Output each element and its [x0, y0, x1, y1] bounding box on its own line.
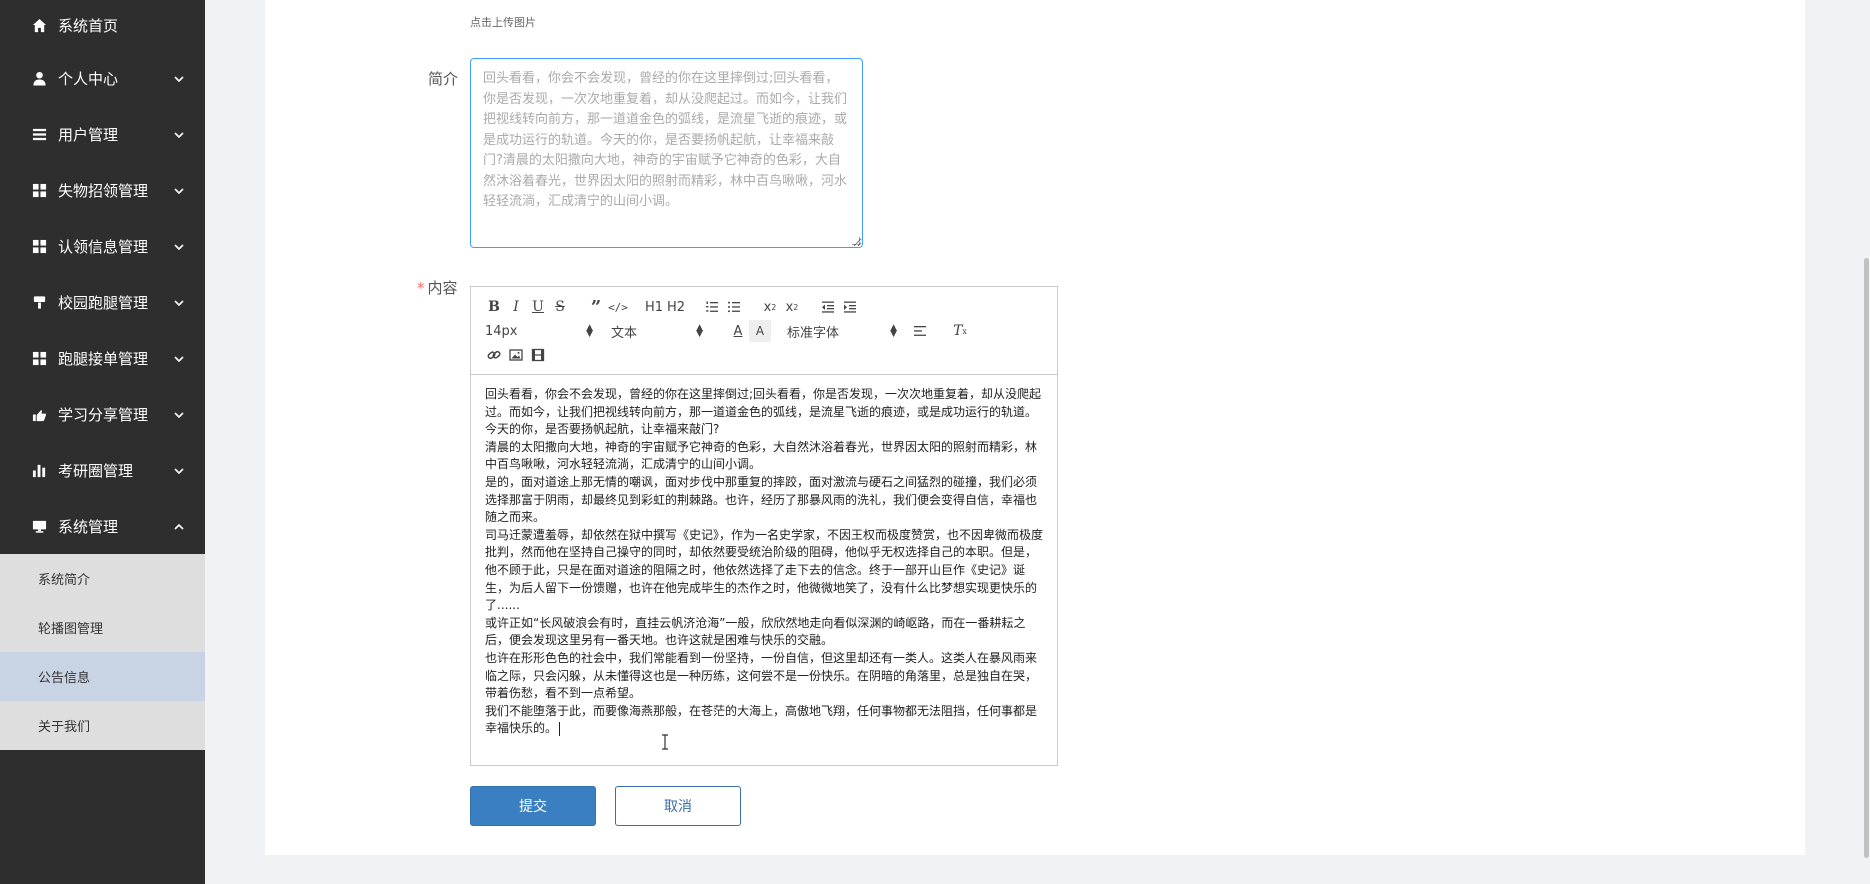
rich-text-editor: B I U S ” </> H1 H2 x2 x2 14px ▲ ▼ 文本 ▲ ▼ A …: [470, 286, 1058, 766]
chevron-down-icon: [173, 127, 185, 139]
select-arrows-icon: ▲ ▼: [696, 323, 703, 339]
chart-icon: [30, 461, 48, 479]
link-icon[interactable]: [483, 344, 505, 366]
cup-icon: [30, 293, 48, 311]
sidebar-item-claim-info[interactable]: 认领信息管理: [0, 218, 205, 274]
header-select[interactable]: 文本 ▲ ▼: [593, 322, 703, 341]
text-cursor-icon: [662, 734, 668, 750]
content-paragraph: 或许正如“长风破浪会有时，直挂云帆济沧海”一般，欣欣然地走向看似深渊的崎岖路，而…: [485, 615, 1026, 648]
sidebar-item-home[interactable]: 系统首页: [0, 0, 205, 50]
home-icon: [30, 16, 48, 34]
monitor-icon: [30, 517, 48, 535]
chevron-down-icon: [173, 351, 185, 363]
align-icon[interactable]: [909, 320, 931, 342]
intro-label: 简介: [428, 70, 459, 88]
ordered-list-icon[interactable]: [701, 296, 723, 318]
blockquote-icon[interactable]: ”: [585, 296, 607, 318]
sidebar-item-user-management[interactable]: 用户管理: [0, 106, 205, 162]
video-icon[interactable]: [527, 344, 549, 366]
sidebar: 系统首页 个人中心 用户管理 失物招领管理 认领信息管理 校园跑腿管理 跑腿接单…: [0, 0, 205, 884]
resize-handle[interactable]: [852, 237, 860, 245]
sidebar-item-label: 跑腿接单管理: [58, 349, 149, 368]
bold-icon[interactable]: B: [483, 296, 505, 318]
sidebar-item-label: 校园跑腿管理: [58, 293, 149, 312]
chevron-down-icon: [173, 463, 185, 475]
select-arrows-icon: ▲ ▼: [890, 323, 897, 339]
chevron-down-icon: [173, 71, 185, 83]
font-size-select[interactable]: 14px ▲ ▼: [483, 324, 593, 339]
submenu-item-carousel[interactable]: 轮播图管理: [0, 603, 205, 652]
chevron-down-icon: [173, 295, 185, 307]
content-paragraph: 清晨的太阳撒向大地，神奇的宇宙赋予它神奇的色彩，大自然沐浴着春光，世界因太阳的照…: [485, 439, 1038, 472]
indent-icon[interactable]: [839, 296, 861, 318]
content-paragraph: 也许在形形色色的社会中，我们常能看到一份坚持，一份自信，但这里却还有一类人。这类…: [485, 650, 1038, 701]
select-arrows-icon: ▲ ▼: [586, 323, 593, 339]
clear-format-icon[interactable]: Tx: [949, 320, 971, 342]
sidebar-item-study-share[interactable]: 学习分享管理: [0, 386, 205, 442]
required-marker: *: [417, 279, 425, 297]
sidebar-item-label: 认领信息管理: [58, 237, 149, 256]
sidebar-item-label: 学习分享管理: [58, 405, 149, 424]
sidebar-item-errand[interactable]: 校园跑腿管理: [0, 274, 205, 330]
hand-icon: [30, 405, 48, 423]
italic-icon[interactable]: I: [505, 296, 527, 318]
superscript-icon[interactable]: x2: [781, 296, 803, 318]
sidebar-item-label: 用户管理: [58, 125, 119, 144]
sidebar-item-label: 失物招领管理: [58, 181, 149, 200]
intro-textarea[interactable]: 回头看看，你会不会发现，曾经的你在这里摔倒过;回头看看，你是否发现，一次次地重复…: [470, 58, 863, 248]
chevron-down-icon: [173, 183, 185, 195]
submenu-item-about-us[interactable]: 关于我们: [0, 701, 205, 750]
heading-1-icon[interactable]: H1: [643, 296, 665, 318]
sidebar-item-label: 考研圈管理: [58, 461, 134, 480]
sidebar-item-kaoyan-circle[interactable]: 考研圈管理: [0, 442, 205, 498]
user-icon: [30, 69, 48, 87]
underline-icon[interactable]: U: [527, 296, 549, 318]
content-paragraph: 回头看看，你会不会发现，曾经的你在这里摔倒过;回头看看，你是否发现，一次次地重复…: [485, 387, 1042, 437]
content-label: * 内容: [417, 279, 458, 297]
strikethrough-icon[interactable]: S: [549, 296, 571, 318]
sidebar-item-errand-orders[interactable]: 跑腿接单管理: [0, 330, 205, 386]
font-family-select[interactable]: 标准字体 ▲ ▼: [787, 322, 897, 341]
sidebar-item-lost-found[interactable]: 失物招领管理: [0, 162, 205, 218]
subscript-icon[interactable]: x2: [759, 296, 781, 318]
sidebar-item-label: 系统首页: [58, 16, 119, 35]
submenu-item-system-intro[interactable]: 系统简介: [0, 554, 205, 603]
outdent-icon[interactable]: [817, 296, 839, 318]
cancel-button[interactable]: 取消: [615, 786, 741, 826]
grid-icon: [30, 237, 48, 255]
sidebar-item-system-management[interactable]: 系统管理: [0, 498, 205, 554]
submenu-item-announcements[interactable]: 公告信息: [0, 652, 205, 701]
chevron-down-icon: [173, 407, 185, 419]
chevron-down-icon: [173, 239, 185, 251]
intro-text: 回头看看，你会不会发现，曾经的你在这里摔倒过;回头看看，你是否发现，一次次地重复…: [483, 71, 848, 209]
heading-2-icon[interactable]: H2: [665, 296, 687, 318]
content-paragraph: 司马迁蒙遭羞辱，却依然在狱中撰写《史记》，作为一名史学家，不因王权而极度赞赏，也…: [485, 527, 1044, 613]
upload-hint[interactable]: 点击上传图片: [470, 14, 536, 30]
chevron-up-icon: [173, 519, 185, 531]
content-paragraph: 是的，面对道途上那无情的嘲讽，面对步伐中那重复的摔跤，面对激流与硬石之间猛烈的碰…: [485, 474, 1038, 525]
sidebar-item-label: 个人中心: [58, 69, 119, 88]
sidebar-item-label: 系统管理: [58, 517, 119, 536]
text-caret: [559, 721, 561, 736]
code-block-icon[interactable]: </>: [607, 296, 629, 318]
grid-icon: [30, 181, 48, 199]
font-color-icon[interactable]: A: [727, 320, 749, 342]
grid-icon: [30, 349, 48, 367]
submit-button[interactable]: 提交: [470, 786, 596, 826]
image-icon[interactable]: [505, 344, 527, 366]
editor-toolbar: B I U S ” </> H1 H2 x2 x2 14px ▲ ▼ 文本 ▲ ▼ A …: [471, 287, 1057, 375]
bullet-list-icon[interactable]: [723, 296, 745, 318]
list-icon: [30, 125, 48, 143]
sidebar-item-personal-center[interactable]: 个人中心: [0, 50, 205, 106]
editor-content[interactable]: 回头看看，你会不会发现，曾经的你在这里摔倒过;回头看看，你是否发现，一次次地重复…: [471, 375, 1057, 749]
content-paragraph-last: 我们不能堕落于此，而要像海燕那般，在苍茫的大海上，高傲地飞翔，任何事物都无法阻挡…: [485, 703, 1038, 736]
page-scrollbar[interactable]: [1864, 258, 1869, 858]
background-color-icon[interactable]: A: [749, 320, 771, 342]
system-submenu: 系统简介 轮播图管理 公告信息 关于我们: [0, 554, 205, 750]
